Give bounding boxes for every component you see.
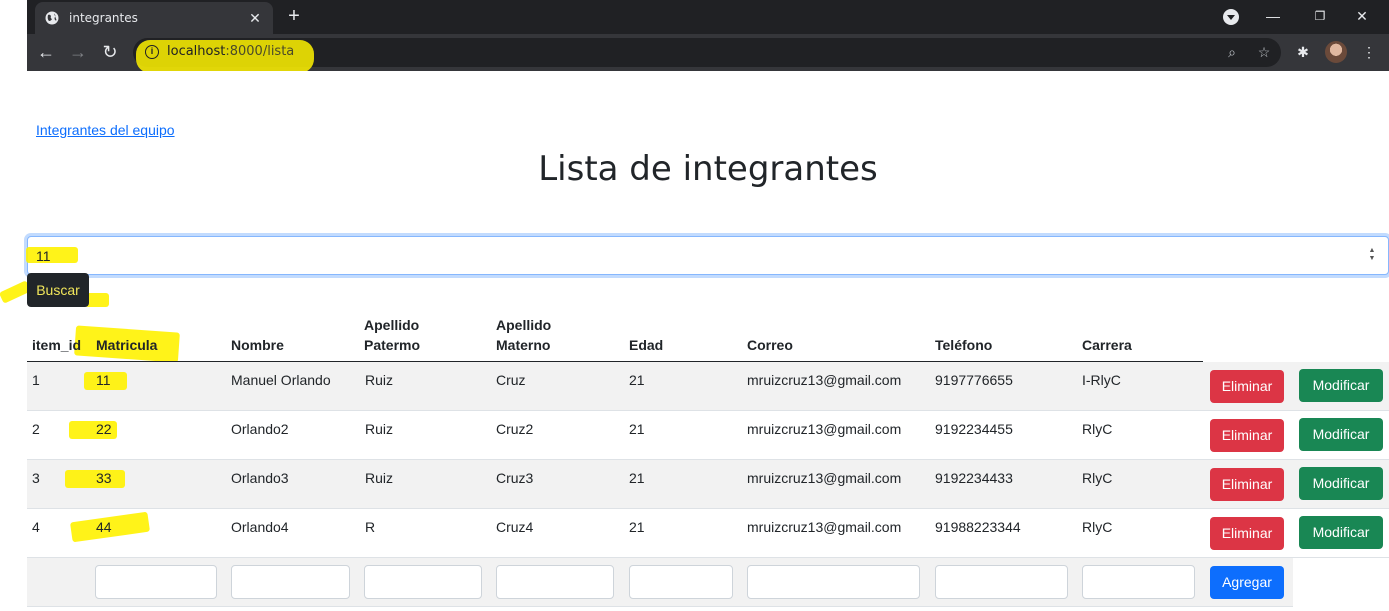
new-matricula-input[interactable] (95, 565, 217, 599)
add-button[interactable]: Agregar (1210, 566, 1284, 599)
cell-matricula: 22 (96, 421, 112, 437)
search-input[interactable] (36, 245, 1336, 267)
page-title: Lista de integrantes (538, 149, 878, 189)
edit-button[interactable]: Modificar (1299, 467, 1383, 500)
header-matricula: Matricula (96, 337, 158, 353)
delete-button[interactable]: Eliminar (1210, 468, 1284, 501)
cell-nombre: Manuel Orlando (231, 372, 331, 388)
cell-item-id: 1 (32, 372, 40, 388)
reload-icon[interactable]: ↻ (99, 41, 121, 63)
cell-nombre: Orlando3 (231, 470, 289, 486)
left-margin (0, 0, 27, 611)
globe-icon (45, 11, 59, 25)
new-edad-input[interactable] (629, 565, 733, 599)
tab-search-icon[interactable] (1223, 9, 1239, 25)
address-bar[interactable]: i localhost:8000/lista ⌕ ☆ (133, 38, 1281, 73)
cell-materno: Cruz (496, 372, 526, 388)
search-button[interactable]: Buscar (27, 273, 89, 307)
cell-telefono: 91988223344 (935, 519, 1021, 535)
cell-materno: Cruz2 (496, 421, 534, 437)
team-link[interactable]: Integrantes del equipo (36, 122, 175, 138)
edit-button[interactable]: Modificar (1299, 369, 1383, 402)
search-field-wrapper: ▲▼ (26, 236, 1389, 275)
back-icon[interactable]: ← (35, 41, 57, 63)
cell-materno: Cruz4 (496, 519, 534, 535)
edit-button[interactable]: Modificar (1299, 516, 1383, 549)
new-paterno-input[interactable] (364, 565, 482, 599)
forward-icon[interactable]: → (67, 41, 89, 63)
table-row: 1 11 Manuel Orlando Ruiz Cruz 21 mruizcr… (27, 362, 1389, 411)
delete-button[interactable]: Eliminar (1210, 517, 1284, 550)
restore-icon[interactable]: ❐ (1309, 6, 1331, 26)
header-correo: Correo (747, 337, 793, 353)
new-telefono-input[interactable] (935, 565, 1068, 599)
minimize-icon[interactable]: — (1262, 6, 1284, 26)
cell-correo: mruizcruz13@gmail.com (747, 519, 902, 535)
url-text: localhost:8000/lista (167, 44, 295, 59)
cell-correo: mruizcruz13@gmail.com (747, 470, 902, 486)
cell-edad: 21 (629, 470, 645, 486)
cell-edad: 21 (629, 421, 645, 437)
delete-button[interactable]: Eliminar (1210, 370, 1284, 403)
extensions-icon[interactable]: ✱ (1293, 42, 1313, 62)
browser-chrome: integrantes ✕ + — ❐ ✕ ← → ↻ i localhost:… (27, 0, 1389, 73)
cell-correo: mruizcruz13@gmail.com (747, 421, 902, 437)
info-icon[interactable]: i (145, 45, 159, 59)
cell-nombre: Orlando4 (231, 519, 289, 535)
header-nombre: Nombre (231, 337, 284, 353)
header-apellido-paterno: Apellido Patermo (364, 317, 421, 353)
matricula-highlight (65, 470, 125, 488)
cell-matricula: 44 (96, 519, 112, 535)
delete-button[interactable]: Eliminar (1210, 419, 1284, 452)
new-correo-input[interactable] (747, 565, 920, 599)
new-materno-input[interactable] (496, 565, 614, 599)
table-row: 4 44 Orlando4 R Cruz4 21 mruizcruz13@gma… (27, 509, 1389, 558)
cell-telefono: 9192234433 (935, 470, 1013, 486)
header-item-id: item_id (32, 337, 82, 353)
cell-item-id: 3 (32, 470, 40, 486)
edit-button[interactable]: Modificar (1299, 418, 1383, 451)
avatar[interactable] (1325, 41, 1347, 63)
cell-carrera: RlyC (1082, 470, 1113, 486)
cell-telefono: 9192234455 (935, 421, 1013, 437)
table-row: 2 22 Orlando2 Ruiz Cruz2 21 mruizcruz13@… (27, 411, 1389, 460)
cell-edad: 21 (629, 519, 645, 535)
spinner-icon[interactable]: ▲ ▼ (1368, 247, 1376, 265)
cell-matricula: 11 (96, 372, 111, 388)
add-row: Agregar (27, 558, 1293, 607)
table-row: 3 33 Orlando3 Ruiz Cruz3 21 mruizcruz13@… (27, 460, 1389, 509)
cell-paterno: R (365, 519, 376, 535)
cell-correo: mruizcruz13@gmail.com (747, 372, 902, 388)
cell-paterno: Ruiz (365, 372, 394, 388)
menu-icon[interactable]: ⋮ (1359, 42, 1379, 62)
cell-paterno: Ruiz (365, 470, 394, 486)
header-apellido-materno: Apellido Materno (496, 317, 552, 353)
cell-nombre: Orlando2 (231, 421, 289, 437)
cell-materno: Cruz3 (496, 470, 534, 486)
cell-edad: 21 (629, 372, 645, 388)
bookmark-star-icon[interactable]: ☆ (1255, 43, 1273, 61)
tab-bar: integrantes ✕ + — ❐ ✕ (27, 0, 1389, 34)
header-telefono: Teléfono (935, 337, 993, 353)
cell-paterno: Ruiz (365, 421, 394, 437)
browser-toolbar: ← → ↻ i localhost:8000/lista ⌕ ☆ ✱ ⋮ (27, 34, 1389, 73)
close-tab-icon[interactable]: ✕ (247, 10, 263, 26)
page-content: Integrantes del equipo Lista de integran… (0, 71, 1389, 611)
header-edad: Edad (629, 337, 664, 353)
cell-telefono: 9197776655 (935, 372, 1013, 388)
new-tab-icon[interactable]: + (283, 5, 305, 27)
browser-tab[interactable]: integrantes ✕ (35, 2, 273, 34)
cell-carrera: RlyC (1082, 421, 1113, 437)
cell-matricula: 33 (96, 470, 112, 486)
cell-item-id: 2 (32, 421, 40, 437)
cell-item-id: 4 (32, 519, 40, 535)
cell-carrera: I-RlyC (1082, 372, 1121, 388)
cell-carrera: RlyC (1082, 519, 1113, 535)
new-carrera-input[interactable] (1082, 565, 1195, 599)
header-carrera: Carrera (1082, 337, 1132, 353)
tab-title: integrantes (69, 11, 138, 25)
zoom-icon[interactable]: ⌕ (1223, 43, 1241, 61)
close-window-icon[interactable]: ✕ (1351, 6, 1373, 26)
new-nombre-input[interactable] (231, 565, 350, 599)
